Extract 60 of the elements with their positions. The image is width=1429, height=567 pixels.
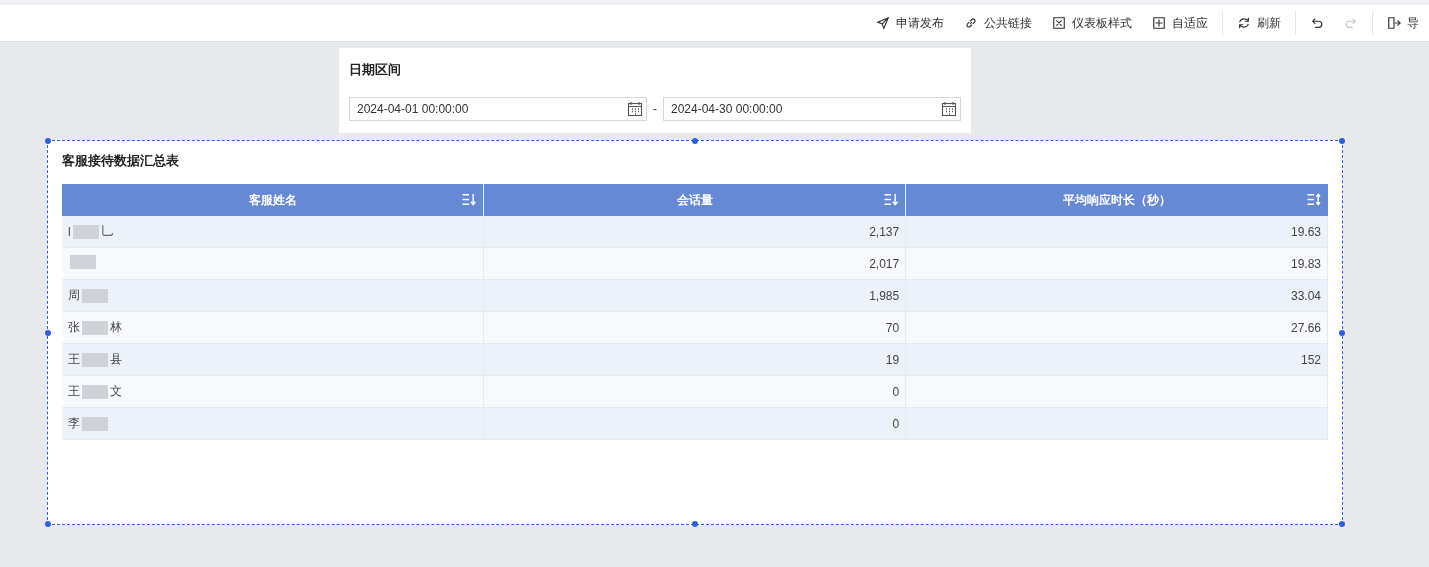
style-button[interactable]: 仪表板样式: [1042, 11, 1142, 35]
name-text: 县: [110, 351, 122, 368]
table-cell: 2,017: [869, 256, 900, 271]
table-cell: 19.83: [1290, 256, 1321, 271]
table-cell: 0: [892, 416, 900, 431]
link-icon: [964, 16, 978, 30]
resize-handle[interactable]: [45, 329, 51, 336]
table-cell: 0: [892, 384, 900, 399]
table-cell: 19.63: [1290, 224, 1321, 239]
export-button[interactable]: 导: [1377, 11, 1429, 35]
start-date-field[interactable]: 2024-04-01 00:00:00: [349, 97, 647, 121]
redaction-mark: [82, 416, 108, 431]
link-button[interactable]: 公共链接: [954, 11, 1042, 35]
table-title: 客服接待数据汇总表: [62, 152, 179, 170]
name-text: l: [68, 224, 71, 239]
redaction-mark: [72, 224, 99, 239]
refresh-button[interactable]: 刷新: [1227, 11, 1291, 35]
send-button[interactable]: 申请发布: [866, 11, 954, 35]
range-separator: -: [653, 102, 657, 116]
redaction-mark: [82, 320, 108, 335]
name-text: 王: [68, 351, 80, 368]
name-text: 王: [68, 383, 80, 400]
style-icon: [1052, 16, 1066, 30]
end-date-field[interactable]: 2024-04-30 00:00:00: [663, 97, 961, 121]
table-cell: 33.04: [1290, 288, 1321, 303]
calendar-icon[interactable]: [627, 101, 643, 117]
name-text: 张: [68, 319, 80, 336]
sort-descending-icon[interactable]: [883, 193, 900, 206]
name-text: 周: [68, 287, 80, 304]
redaction-mark: [82, 352, 108, 367]
redaction-mark: [82, 384, 108, 399]
resize-handle[interactable]: [45, 138, 51, 144]
table-cell: 1,985: [869, 288, 900, 303]
table-cell: 2,137: [869, 224, 900, 239]
name-text: 李: [68, 415, 80, 432]
name-text: 林: [110, 319, 122, 336]
redaction-mark: [82, 288, 108, 303]
calendar-icon[interactable]: [941, 101, 957, 117]
table-cell: 19: [885, 352, 900, 367]
refresh-icon: [1237, 16, 1251, 30]
resize-handle[interactable]: [1339, 329, 1345, 336]
filter-title: 日期区间: [349, 61, 401, 79]
grid-icon: [1152, 16, 1166, 30]
sort-icon[interactable]: [1305, 193, 1322, 206]
redaction-mark: [70, 255, 96, 269]
resize-handle[interactable]: [45, 521, 51, 527]
send-icon: [876, 16, 890, 30]
resize-handle[interactable]: [1339, 138, 1345, 144]
table-cell: 27.66: [1290, 320, 1321, 335]
resize-handle[interactable]: [1339, 521, 1345, 527]
table-widget[interactable]: 客服接待数据汇总表 客服姓名 会话量 平均响应时长（秒） l 乚 2,137 19.63 2,017 19.83 周 1,985 33.04 张 林 70 27.66 王 县 19 152 王 文 0 李 0: [47, 140, 1343, 525]
export-icon: [1387, 16, 1401, 30]
table-cell: 70: [885, 320, 900, 335]
resize-handle[interactable]: [692, 521, 698, 527]
name-text: 文: [110, 383, 122, 400]
resize-handle[interactable]: [692, 138, 698, 144]
sort-descending-icon[interactable]: [461, 193, 478, 206]
table-cell: 152: [1300, 352, 1321, 367]
name-text: 乚: [100, 223, 113, 240]
fit-button[interactable]: 自适应: [1142, 11, 1218, 35]
